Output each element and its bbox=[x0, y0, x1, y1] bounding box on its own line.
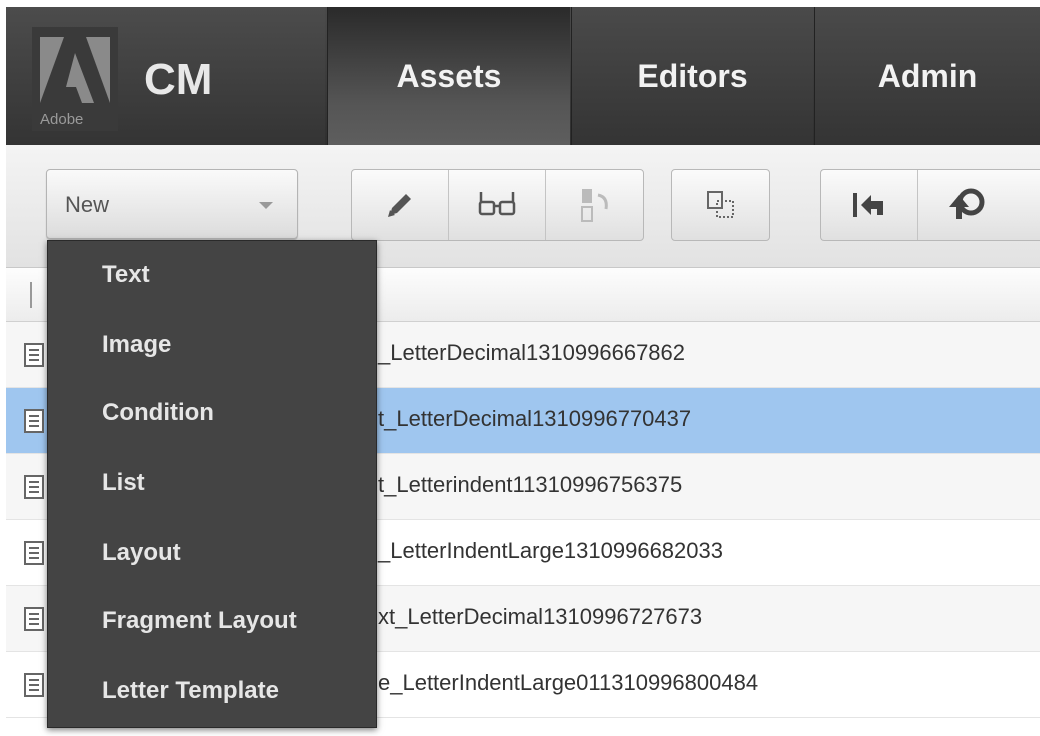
window-edge bbox=[0, 0, 6, 736]
app-name: CM bbox=[144, 55, 213, 104]
brand-area: Adobe CM bbox=[0, 7, 325, 145]
document-icon bbox=[24, 541, 44, 565]
edit-button[interactable] bbox=[352, 170, 449, 240]
asset-name: _LetterIndentLarge1310996682033 bbox=[378, 538, 723, 563]
asset-name: t_LetterDecimal1310996770437 bbox=[378, 406, 692, 431]
publish-button[interactable] bbox=[918, 170, 1015, 240]
nav-tab-editors[interactable]: Editors bbox=[571, 7, 813, 145]
undo-icon bbox=[853, 193, 883, 217]
nav-tab-assets[interactable]: Assets bbox=[327, 7, 570, 145]
revert-button[interactable] bbox=[821, 170, 918, 240]
adobe-logo-text: Adobe bbox=[40, 111, 84, 128]
new-dropdown-menu: Text Image Condition List Layout Fragmen… bbox=[47, 240, 377, 728]
document-icon bbox=[24, 607, 44, 631]
menu-item-list[interactable]: List bbox=[102, 469, 145, 497]
asset-name: e_LetterIndentLarge011310996800484 bbox=[378, 670, 759, 695]
new-dropdown[interactable]: New bbox=[46, 169, 298, 239]
copy-icon bbox=[706, 191, 734, 218]
copy-button[interactable] bbox=[672, 170, 769, 240]
asset-name: _LetterDecimal1310996667862 bbox=[378, 340, 686, 365]
menu-item-text[interactable]: Text bbox=[102, 261, 150, 289]
document-icon bbox=[24, 673, 44, 697]
edit-button-group bbox=[351, 169, 644, 241]
move-button[interactable] bbox=[546, 170, 643, 240]
top-navigation-bar: Adobe CM Assets Editors Admin bbox=[0, 0, 1040, 145]
asset-name: t_Letterindent11310996756375 bbox=[378, 472, 683, 497]
adobe-logo: Adobe bbox=[32, 27, 118, 131]
menu-item-letter-template[interactable]: Letter Template bbox=[102, 677, 279, 705]
copy-button-group bbox=[671, 169, 770, 241]
menu-item-image[interactable]: Image bbox=[102, 331, 171, 359]
move-icon bbox=[580, 189, 608, 222]
pencil-icon bbox=[388, 194, 411, 217]
document-icon bbox=[24, 475, 44, 499]
asset-name: xt_LetterDecimal1310996727673 bbox=[378, 604, 703, 629]
history-button-group bbox=[820, 169, 1040, 241]
app-window: Adobe CM Assets Editors Admin New _Lette… bbox=[0, 0, 1040, 736]
document-icon bbox=[24, 343, 44, 367]
glasses-icon bbox=[478, 192, 516, 216]
adobe-a-icon bbox=[40, 37, 110, 103]
nav-tab-admin[interactable]: Admin bbox=[814, 7, 1040, 145]
menu-item-fragment-layout[interactable]: Fragment Layout bbox=[102, 607, 297, 635]
document-icon bbox=[24, 409, 44, 433]
menu-item-condition[interactable]: Condition bbox=[102, 399, 214, 427]
chevron-down-icon bbox=[259, 202, 273, 209]
menu-item-layout[interactable]: Layout bbox=[102, 539, 181, 567]
preview-button[interactable] bbox=[449, 170, 546, 240]
publish-icon bbox=[948, 188, 984, 219]
new-dropdown-label: New bbox=[65, 192, 110, 217]
